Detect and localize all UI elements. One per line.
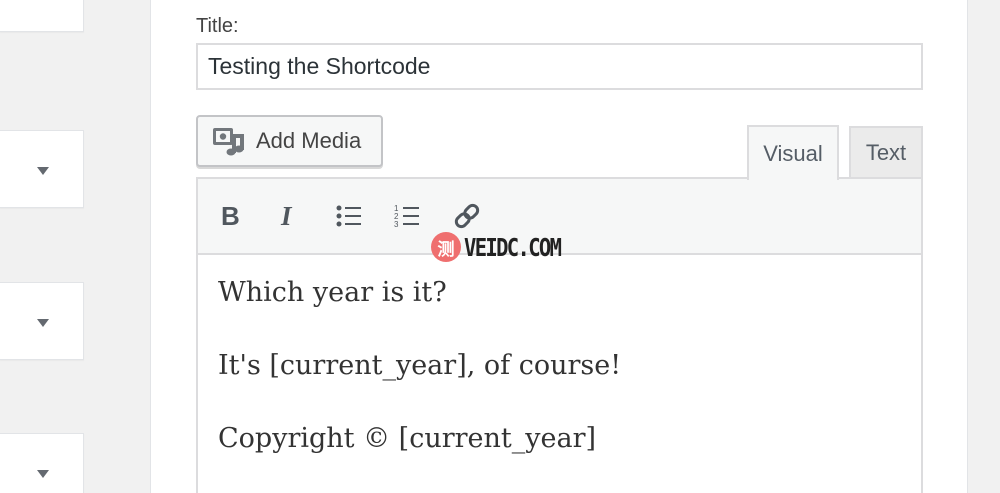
title-label: Title: [196,15,239,37]
chevron-down-icon[interactable] [37,319,49,327]
italic-button[interactable]: I [278,194,336,238]
watermark-logo: 测 [431,232,461,262]
svg-text:I: I [280,203,293,229]
content-paragraph: It's [current_year], of course! [218,350,622,381]
tab-text[interactable]: Text [849,126,923,178]
chevron-down-icon[interactable] [37,167,49,175]
sidebar-column [0,0,150,493]
content-paragraph: Which year is it? [218,277,447,308]
bulleted-list-icon [336,205,361,227]
add-media-button[interactable]: Add Media [196,115,383,167]
bold-button[interactable]: B [220,194,278,238]
right-margin [968,0,1000,493]
link-icon [454,203,480,229]
add-media-icon [213,128,244,156]
collapsed-box[interactable] [0,433,84,493]
numbered-list-icon: 1 2 3 [394,204,419,229]
collapsed-box[interactable] [0,130,84,208]
editor-content[interactable]: Which year is it? It's [current_year], o… [198,255,921,457]
watermark-text: VEIDC.COM [464,232,562,262]
tab-visual[interactable]: Visual [747,125,839,180]
editor-area: B I 1 2 3 Which year is it? It's [curren… [196,177,923,493]
svg-text:B: B [221,203,240,229]
watermark: 测 VEIDC.COM [431,231,581,263]
svg-text:3: 3 [394,220,399,229]
collapsed-box[interactable] [0,0,84,32]
content-paragraph: Copyright © [current_year] [218,423,597,454]
title-input[interactable] [196,43,923,90]
bulleted-list-button[interactable] [336,194,394,238]
italic-icon: I [280,203,293,229]
chevron-down-icon[interactable] [37,470,49,478]
add-media-label: Add Media [256,128,362,153]
collapsed-box[interactable] [0,282,84,360]
bold-icon: B [221,203,240,229]
